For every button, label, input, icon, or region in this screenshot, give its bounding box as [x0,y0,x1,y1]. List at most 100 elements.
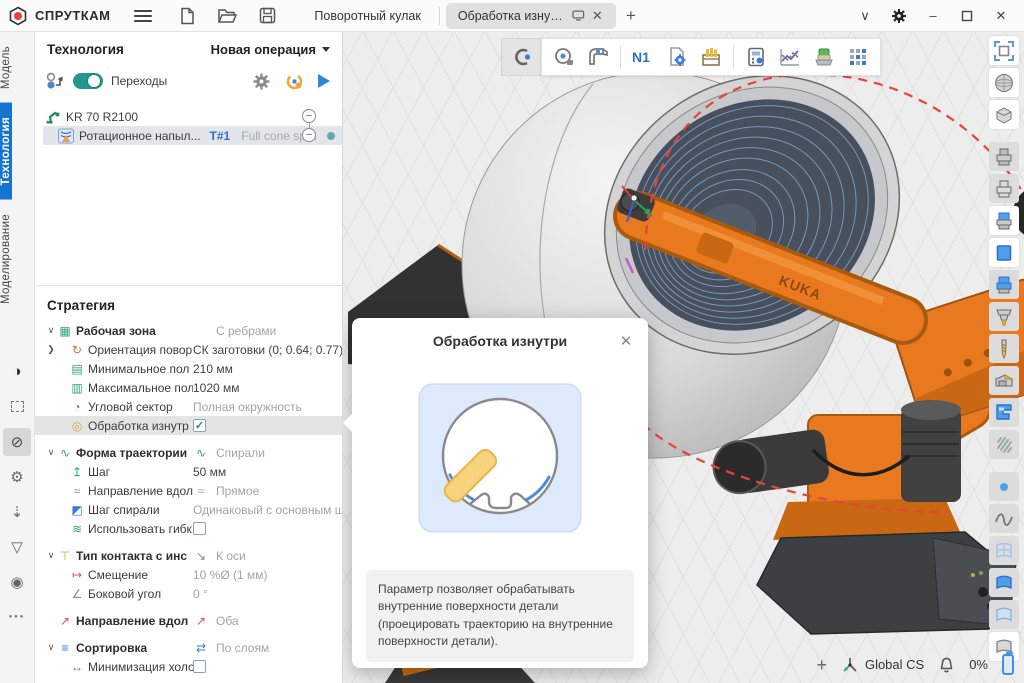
expander-open-icon[interactable]: ∨ [45,325,57,336]
fixture-icon[interactable] [989,366,1019,395]
collapse-badge-icon[interactable]: − [302,109,316,123]
statistics-icon[interactable] [774,42,806,72]
view-box-icon[interactable] [989,100,1019,129]
transitions-icon[interactable] [45,71,65,91]
run-operation-button[interactable] [318,74,330,88]
machine-icon[interactable]: ◉ [3,568,31,596]
strategy-value[interactable]: ✓ [193,419,206,432]
strategy-row-15[interactable]: ∨≡Сортировка⇄По слоям [35,638,342,657]
strategy-row-4[interactable]: ◔Угловой секторПолная окружность [35,397,342,416]
expander-closed-icon[interactable]: ❯ [45,344,57,355]
workpiece-icon[interactable] [989,142,1019,171]
chevron-down-icon[interactable]: ∨ [850,3,880,29]
strategy-icon[interactable]: ⊘ [3,428,31,456]
blocks-icon[interactable] [842,42,874,72]
strategy-value[interactable]: ↘К оси [193,549,246,563]
strategy-value[interactable]: ↗Оба [193,614,239,628]
quadrant-view-icon[interactable]: ◑ [3,358,31,386]
strategy-row-6[interactable]: ∨∿Форма траектории∿Спирали [35,443,342,462]
strategy-row-1[interactable]: ❯↻Ориентация поворСК заготовки (0; 0.64;… [35,340,342,359]
settings-icon[interactable]: ⚙ [3,463,31,491]
checkbox-checked[interactable]: ✓ [193,419,206,432]
strategy-value[interactable]: Одинаковый с основным ш. [193,503,342,517]
open-file-icon[interactable] [212,3,242,29]
strategy-row-8[interactable]: ≈Направление вдол≈Прямое [35,481,342,500]
strategy-row-11[interactable]: ∨⊤Тип контакта с инс↘К оси [35,546,342,565]
selection-box-icon[interactable] [3,393,31,421]
workpiece-outline-icon[interactable] [989,174,1019,203]
rail-tab-технология[interactable]: Технология [0,103,12,200]
gear-icon[interactable] [252,72,271,91]
strategy-value[interactable]: ≈Прямое [193,484,259,498]
magnet-snap-button[interactable] [501,38,541,76]
gcode-icon[interactable]: N1 [627,42,659,72]
strategy-value[interactable] [193,522,206,535]
tree-row-operation[interactable]: Ротационное напыл... Т#1 Full cone spra … [43,126,342,145]
calculator-icon[interactable] [740,42,772,72]
simulate-icon[interactable] [285,72,304,91]
view-sphere-icon[interactable] [989,68,1019,97]
strategy-row-0[interactable]: ∨▦Рабочая зонаС ребрами [35,321,342,340]
checkbox-unchecked[interactable] [193,660,206,673]
notifications-bell-icon[interactable] [938,656,955,674]
strategy-value[interactable]: Полная окружность [193,400,302,414]
strategy-value[interactable]: 50 мм [193,465,226,479]
minimize-button[interactable]: – [918,3,948,29]
expander-open-icon[interactable]: ∨ [45,642,57,653]
save-file-icon[interactable] [252,3,282,29]
machine-head-icon[interactable] [989,398,1019,427]
tool-holder-icon[interactable] [989,302,1019,331]
strategy-row-7[interactable]: ↥Шаг50 мм [35,462,342,481]
strategy-value[interactable]: 10 %Ø (1 мм) [193,568,268,582]
simulation-icon[interactable]: ⇣ [3,498,31,526]
strategy-row-9[interactable]: ◩Шаг спиралиОдинаковый с основным ш. [35,500,342,519]
rail-tab-модель[interactable]: Модель [0,32,12,103]
strategy-row-13[interactable]: ∠Боковой угол0 ° [35,584,342,603]
tab-close-icon[interactable]: ✕ [591,8,604,24]
tool-drill-icon[interactable] [989,334,1019,363]
strategy-row-16[interactable]: ↔Минимизация холо [35,657,342,676]
app-settings-icon[interactable] [884,3,914,29]
transitions-toggle[interactable] [73,73,103,89]
strategy-row-3[interactable]: ▥Максимальное пол1020 мм [35,378,342,397]
viewport-3d[interactable]: KUKA [343,32,1024,683]
expander-open-icon[interactable]: ∨ [45,550,57,561]
measure-icon[interactable] [548,42,580,72]
checkbox-unchecked[interactable] [193,522,206,535]
more-icon[interactable]: ●●● [3,603,31,631]
stack-icon[interactable] [808,42,840,72]
strategy-row-12[interactable]: ↦Смещение10 %Ø (1 мм) [35,565,342,584]
collapse-badge-icon[interactable]: − [302,128,316,142]
tree-row-machine[interactable]: KR 70 R2100 − [43,107,342,126]
new-operation-button[interactable]: Новая операция [211,42,330,57]
strategy-value[interactable]: 210 мм [193,362,233,376]
point-icon[interactable] [989,472,1019,501]
strategy-value[interactable]: 0 ° [193,587,208,601]
strategy-row-2[interactable]: ▤Минимальное пол210 мм [35,359,342,378]
strategy-value[interactable]: СК заготовки (0; 0.64; 0.77) [193,343,342,357]
toolbox-icon[interactable] [695,42,727,72]
popup-close-icon[interactable]: ✕ [618,332,634,350]
part-top-blue-icon[interactable] [989,206,1019,235]
doc-settings-icon[interactable] [661,42,693,72]
strategy-row-10[interactable]: ≋Использовать гибк [35,519,342,538]
maximize-button[interactable] [952,3,982,29]
new-file-icon[interactable] [172,3,202,29]
part-blue-icon[interactable] [989,238,1019,267]
menu-icon[interactable] [134,10,152,22]
curve-icon[interactable] [989,504,1019,533]
part-bottom-blue-icon[interactable] [989,270,1019,299]
add-cs-button[interactable]: + [816,656,827,674]
tab-operation-active[interactable]: Обработка изнутри ✕ [446,3,616,29]
surface-filled-icon[interactable] [989,568,1019,597]
expander-open-icon[interactable]: ∨ [45,447,57,458]
close-button[interactable]: ✕ [986,3,1016,29]
caliper-icon[interactable] [582,42,614,72]
new-tab-button[interactable]: + [616,6,646,26]
strategy-value[interactable]: С ребрами [193,324,276,338]
strategy-row-5[interactable]: ◎Обработка изнутр✓ [35,416,342,435]
toolpath-hatch-icon[interactable] [989,430,1019,459]
fit-view-icon[interactable] [989,36,1019,65]
strategy-value[interactable]: ∿Спирали [193,446,265,460]
strategy-value[interactable] [193,660,206,673]
